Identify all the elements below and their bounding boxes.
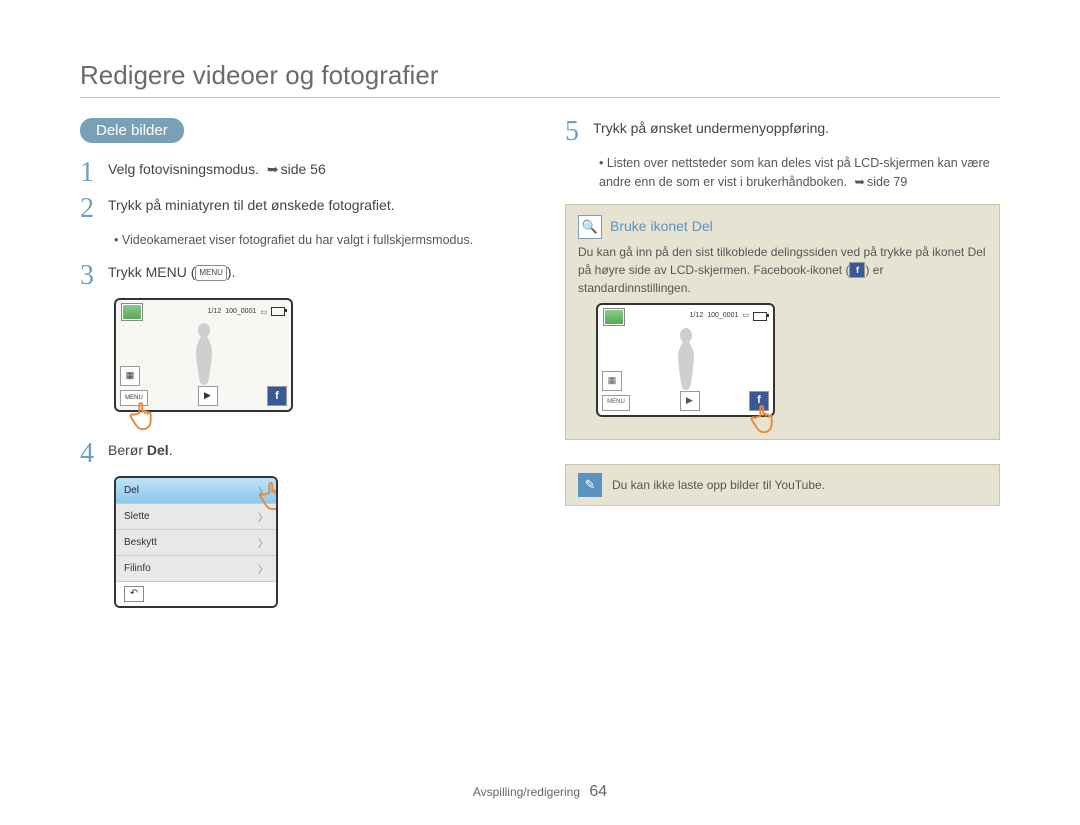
lcd-file: 100_0001 bbox=[225, 308, 256, 315]
footer-section: Avspilling/redigering bbox=[473, 785, 580, 799]
page-title: Redigere videoer og fotografier bbox=[80, 60, 1000, 91]
facebook-inline-icon: f bbox=[849, 262, 865, 278]
step-2-text: Trykk på miniatyren til det ønskede foto… bbox=[108, 195, 515, 223]
footer-page-number: 64 bbox=[589, 783, 607, 800]
step-3-text-a: Trykk MENU ( bbox=[108, 264, 195, 280]
step-1: 1 Velg fotovisningsmodus. side 56 bbox=[80, 159, 515, 187]
section-heading-pill: Dele bilder bbox=[80, 118, 184, 143]
chevron-right-icon: 〉 bbox=[258, 535, 268, 550]
tap-hand-icon bbox=[747, 397, 785, 435]
tip-body: Du kan gå inn på den sist tilkoblede del… bbox=[578, 243, 987, 297]
page-ref-arrow bbox=[851, 175, 867, 189]
note-icon: ✎ bbox=[578, 473, 602, 497]
tap-hand-icon bbox=[126, 394, 164, 432]
grid-view-icon[interactable]: ▦ bbox=[602, 371, 622, 391]
page-footer: Avspilling/redigering 64 bbox=[0, 783, 1080, 801]
lcd-counter: 1/12 bbox=[690, 311, 704, 322]
step-4-text-b: . bbox=[169, 442, 173, 458]
step-4-number: 4 bbox=[80, 440, 108, 468]
lcd-file: 100_0001 bbox=[707, 311, 738, 322]
step-4: 4 Berør Del. bbox=[80, 440, 515, 468]
step-5-text: Trykk på ønsket undermenyoppføring. bbox=[593, 118, 1000, 146]
card-icon: ▭ bbox=[742, 311, 749, 322]
battery-icon bbox=[753, 312, 767, 321]
tap-hand-icon bbox=[256, 476, 278, 512]
tip-body-a: Du kan gå inn på den sist tilkoblede del… bbox=[578, 245, 986, 277]
step-1-text: Velg fotovisningsmodus. bbox=[108, 161, 263, 177]
step-4-text-a: Berør bbox=[108, 442, 147, 458]
lcd-screen-tip: 1/12 100_0001 ▭ ▦ MENU bbox=[596, 303, 775, 417]
step-5-number: 5 bbox=[565, 118, 593, 146]
listmenu-item-label: Slette bbox=[124, 511, 150, 522]
lcd-screen-step3: 1/12 100_0001 ▭ ▦ MENU ▶ bbox=[114, 298, 293, 412]
tip-heading: Bruke ikonet Del bbox=[610, 216, 713, 237]
lcd-counter: 1/12 bbox=[208, 308, 222, 315]
listmenu-item-del[interactable]: Del〉 bbox=[116, 478, 276, 503]
back-icon: ↶ bbox=[124, 586, 144, 602]
lcd-thumbnail-icon bbox=[122, 304, 142, 320]
step-4-bold: Del bbox=[147, 442, 169, 458]
step-2-bullet-text: Videokameraet viser fotografiet du har v… bbox=[122, 233, 473, 247]
left-column: Dele bilder 1 Velg fotovisningsmodus. si… bbox=[80, 118, 515, 618]
step-2-number: 2 bbox=[80, 195, 108, 223]
grid-view-icon[interactable]: ▦ bbox=[120, 366, 140, 386]
listmenu-back-row[interactable]: ↶ bbox=[116, 581, 276, 606]
listmenu-item-label: Del bbox=[124, 485, 139, 496]
play-mode-icon[interactable]: ▶ bbox=[198, 386, 218, 406]
lcd-listmenu: Del〉 Slette〉 Beskytt 〉 Filinfo 〉 ↶ bbox=[114, 476, 278, 608]
play-mode-icon[interactable]: ▶ bbox=[680, 391, 700, 411]
battery-icon bbox=[271, 307, 285, 316]
step-3-number: 3 bbox=[80, 262, 108, 290]
step-3-text-b: ). bbox=[227, 264, 236, 280]
facebook-share-icon[interactable]: f bbox=[267, 386, 287, 406]
title-divider bbox=[80, 97, 1000, 98]
menu-button[interactable]: MENU bbox=[602, 395, 630, 411]
lcd-thumbnail-icon bbox=[604, 309, 624, 325]
listmenu-item-label: Beskytt bbox=[124, 537, 157, 548]
menu-button-icon: MENU bbox=[195, 265, 227, 281]
listmenu-item-slette[interactable]: Slette〉 bbox=[116, 503, 276, 529]
step-5-pageref: side 79 bbox=[867, 175, 907, 189]
tip-box: 🔍 Bruke ikonet Del Du kan gå inn på den … bbox=[565, 204, 1000, 440]
step-1-pageref: side 56 bbox=[281, 161, 326, 177]
listmenu-item-label: Filinfo bbox=[124, 563, 151, 574]
step-2: 2 Trykk på miniatyren til det ønskede fo… bbox=[80, 195, 515, 223]
step-5: 5 Trykk på ønsket undermenyoppføring. bbox=[565, 118, 1000, 146]
step-1-number: 1 bbox=[80, 159, 108, 187]
magnifier-icon: 🔍 bbox=[578, 215, 602, 239]
chevron-right-icon: 〉 bbox=[258, 561, 268, 576]
right-column: 5 Trykk på ønsket undermenyoppføring. • … bbox=[565, 118, 1000, 618]
note-text: Du kan ikke laste opp bilder til YouTube… bbox=[612, 478, 825, 492]
page-ref-arrow bbox=[263, 161, 281, 177]
step-3: 3 Trykk MENU (MENU). bbox=[80, 262, 515, 290]
listmenu-item-beskytt[interactable]: Beskytt 〉 bbox=[116, 529, 276, 555]
note-bar: ✎ Du kan ikke laste opp bilder til YouTu… bbox=[565, 464, 1000, 506]
listmenu-item-filinfo[interactable]: Filinfo 〉 bbox=[116, 555, 276, 581]
step-5-bullet: • Listen over nettsteder som kan deles v… bbox=[599, 154, 1000, 192]
card-icon: ▭ bbox=[260, 308, 267, 316]
step-2-bullet: • Videokameraet viser fotografiet du har… bbox=[114, 231, 515, 250]
step-5-bullet-text: Listen over nettsteder som kan deles vis… bbox=[599, 156, 990, 189]
